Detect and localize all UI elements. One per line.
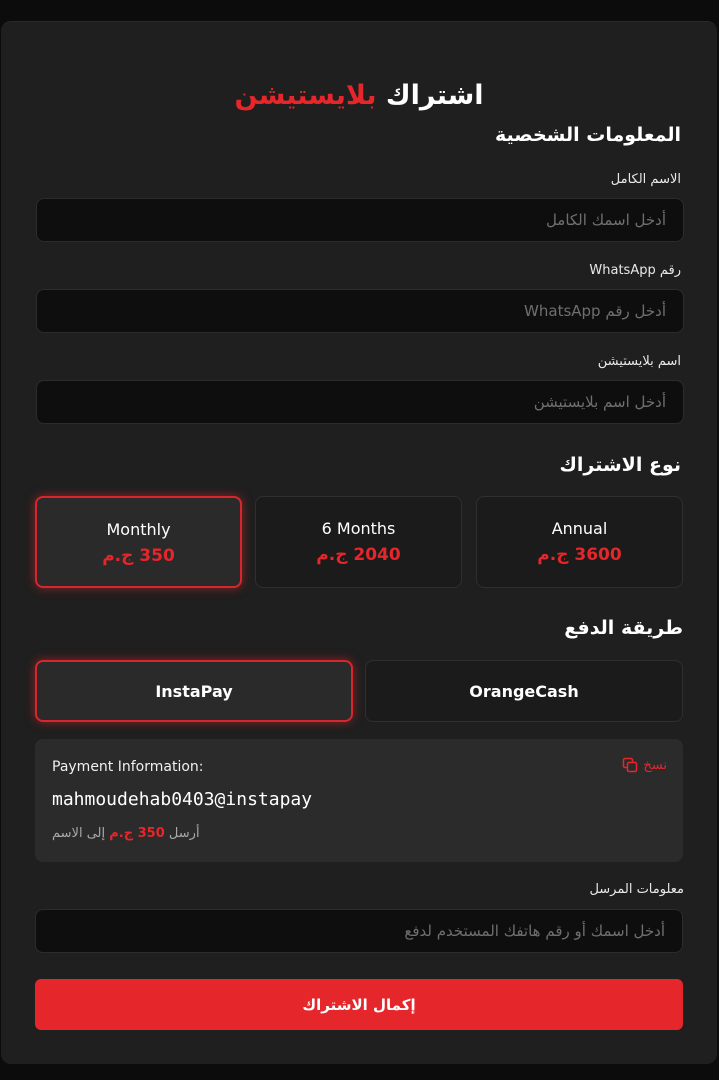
psn-input[interactable]: أدخل اسم بلايستيشن (36, 380, 684, 424)
sender-info-input[interactable]: أدخل اسمك أو رقم هاتفك المستخدم لدفع (35, 909, 683, 953)
sender-info-label: معلومات المرسل (589, 882, 684, 897)
plan-annual-price: 3600 ج.م (537, 545, 622, 565)
psn-placeholder: أدخل اسم بلايستيشن (533, 393, 666, 411)
plan-monthly-option[interactable]: Monthly 350 ج.م (35, 496, 242, 588)
note-suffix: إلى الاسم (52, 826, 106, 841)
title-accent: بلايستيشن (234, 80, 377, 111)
payment-info-box: Payment Information: نسخ mahmoudehab0403… (35, 739, 683, 862)
psn-label: اسم بلايستيشن (597, 354, 681, 369)
note-prefix: أرسل (168, 826, 200, 841)
personal-info-heading: المعلومات الشخصية (494, 124, 681, 146)
plan-monthly-price: 350 ج.م (102, 546, 175, 566)
plan-annual-name: Annual (551, 519, 608, 538)
note-amount: 350 ج.م (109, 826, 165, 841)
copy-icon (622, 757, 638, 773)
plan-6months-option[interactable]: 6 Months 2040 ج.م (255, 496, 462, 588)
copy-button[interactable]: نسخ (622, 757, 667, 773)
full-name-placeholder: أدخل اسمك الكامل (545, 211, 666, 229)
full-name-label: الاسم الكامل (610, 172, 681, 187)
plan-6months-price: 2040 ج.م (316, 545, 401, 565)
payment-orangecash-option[interactable]: OrangeCash (365, 660, 683, 722)
complete-subscription-button[interactable]: إكمال الاشتراك (35, 979, 683, 1030)
whatsapp-placeholder: أدخل رقم WhatsApp (524, 302, 666, 320)
full-name-input[interactable]: أدخل اسمك الكامل (36, 198, 684, 242)
subscription-type-heading: نوع الاشتراك (559, 454, 682, 476)
sender-info-placeholder: أدخل اسمك أو رقم هاتفك المستخدم لدفع (404, 922, 665, 940)
payment-instapay-option[interactable]: InstaPay (35, 660, 353, 722)
payment-info-title: Payment Information: (52, 759, 204, 775)
plan-monthly-name: Monthly (106, 520, 171, 539)
payment-account-value: mahmoudehab0403@instapay (52, 789, 313, 810)
copy-label: نسخ (643, 757, 667, 773)
title-main: اشتراك (385, 80, 484, 111)
whatsapp-label: رقم WhatsApp (589, 263, 681, 278)
plan-6months-name: 6 Months (321, 519, 396, 538)
payment-method-heading: طريقة الدفع (564, 617, 683, 639)
payment-note: أرسل 350 ج.م إلى الاسم (52, 826, 200, 841)
orangecash-label: OrangeCash (469, 681, 579, 701)
whatsapp-input[interactable]: أدخل رقم WhatsApp (36, 289, 684, 333)
page-title: اشتراك بلايستيشن (1, 80, 717, 111)
plan-annual-option[interactable]: Annual 3600 ج.م (476, 496, 683, 588)
complete-subscription-label: إكمال الاشتراك (302, 995, 416, 1014)
instapay-label: InstaPay (155, 681, 233, 701)
